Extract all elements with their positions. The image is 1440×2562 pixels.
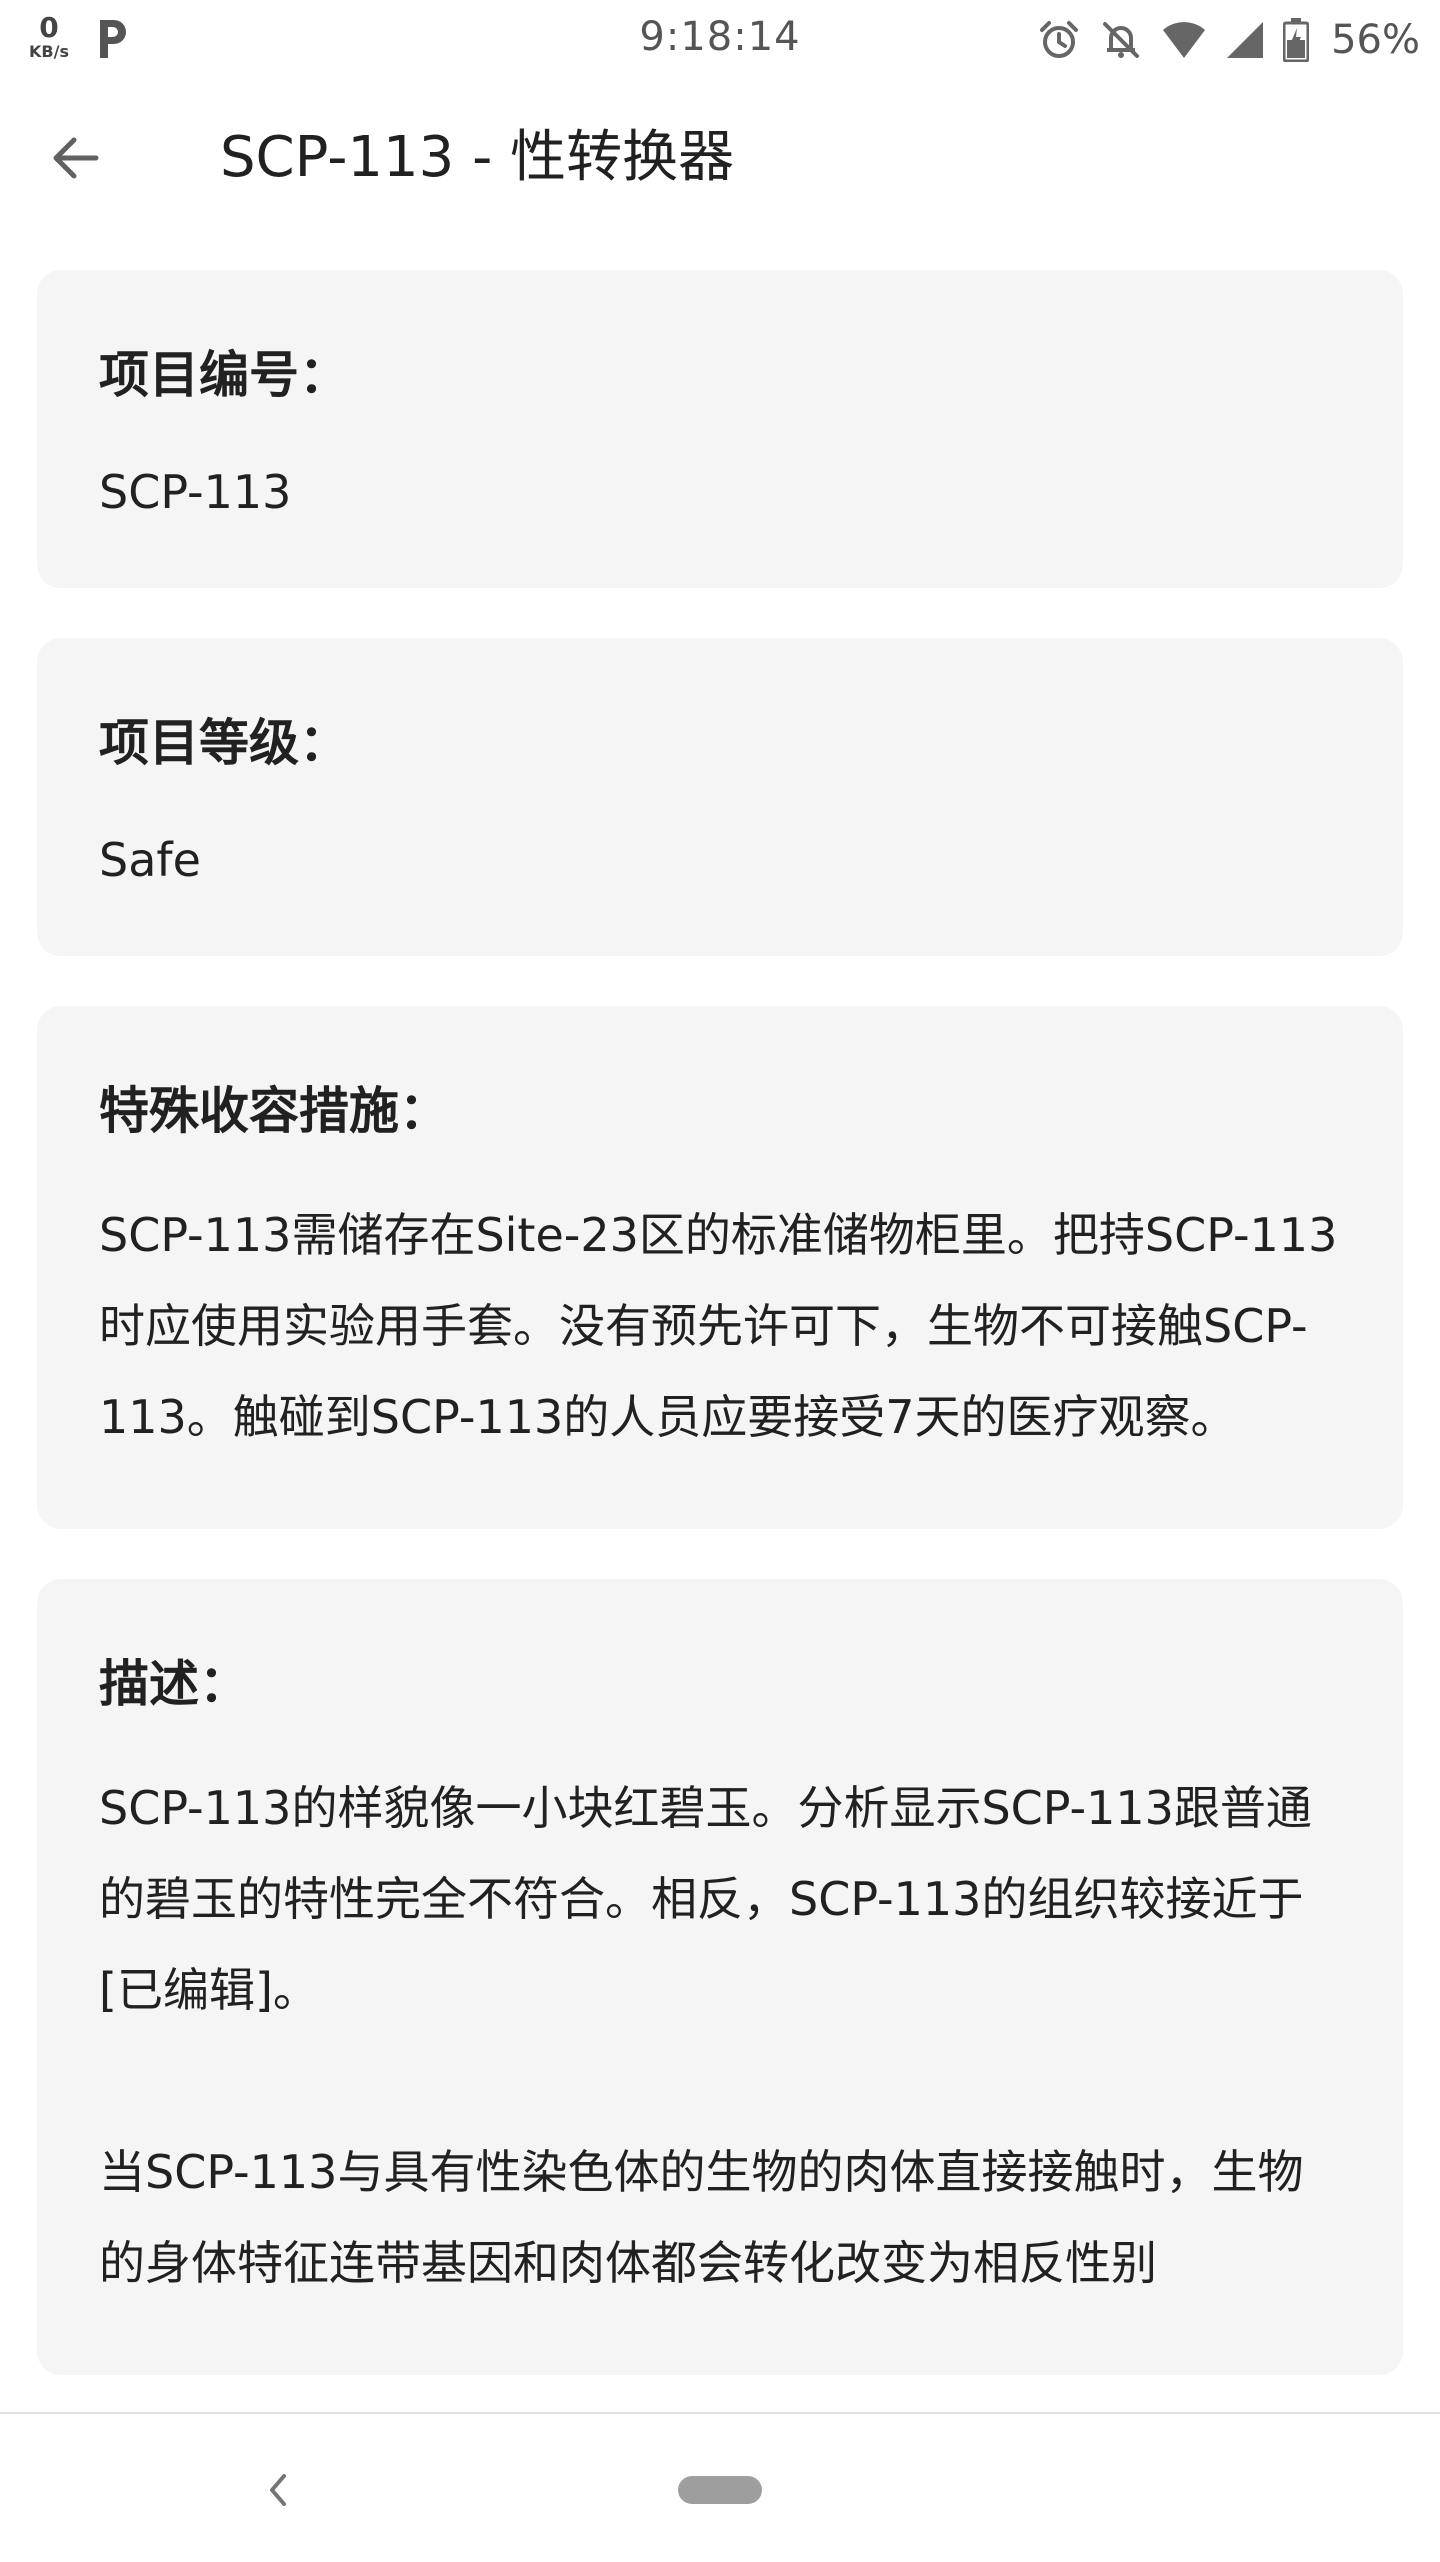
description-paragraph: SCP-113的样貌像一小块红碧玉。分析显示SCP-113跟普通的碧玉的特性完全… [99,1781,1312,2017]
arrow-left-icon [53,137,99,179]
back-button[interactable] [40,122,112,194]
home-pill-button[interactable] [678,2476,762,2504]
app-bar: SCP-113 - 性转换器 [0,84,1440,232]
containment-heading: 特殊收容措施： [99,1082,449,1140]
item-number-heading: 项目编号： [99,346,349,404]
notifications-off-icon [1103,22,1140,58]
containment-text: SCP-113需储存在Site-23区的标准储物柜里。把持SCP-113时应使用… [99,1208,1338,1444]
cell-signal-icon [1227,22,1264,58]
page-title: SCP-113 - 性转换器 [220,125,735,190]
content-scroll[interactable]: 项目编号： SCP-113 项目等级： Safe 特殊收容措施： SCP-113… [37,270,1403,2412]
alarm-icon [1040,21,1079,58]
status-bar: 0 KB/s 9:18:14 56% [0,0,1440,84]
description-card: 描述： SCP-113的样貌像一小块红碧玉。分析显示SCP-113跟普通的碧玉的… [37,1579,1403,2375]
item-number-value: SCP-113 [99,465,292,519]
status-icons: 56% [1037,12,1420,68]
battery-percent: 56% [1331,17,1420,63]
containment-card: 特殊收容措施： SCP-113需储存在Site-23区的标准储物柜里。把持SCP… [37,1006,1403,1529]
chevron-left-icon [270,2474,286,2506]
item-number-card: 项目编号： SCP-113 [37,270,1403,588]
description-paragraph: 当SCP-113与具有性染色体的生物的肉体直接接触时，生物的身体特征连带基因和肉… [99,2145,1304,2290]
battery-icon [1283,18,1310,62]
object-class-value: Safe [99,833,201,887]
navigation-bar [0,2412,1440,2562]
description-heading: 描述： [99,1655,249,1713]
object-class-heading: 项目等级： [99,714,349,772]
nav-back-button[interactable] [246,2458,310,2522]
object-class-card: 项目等级： Safe [37,638,1403,956]
wifi-icon [1163,22,1206,58]
